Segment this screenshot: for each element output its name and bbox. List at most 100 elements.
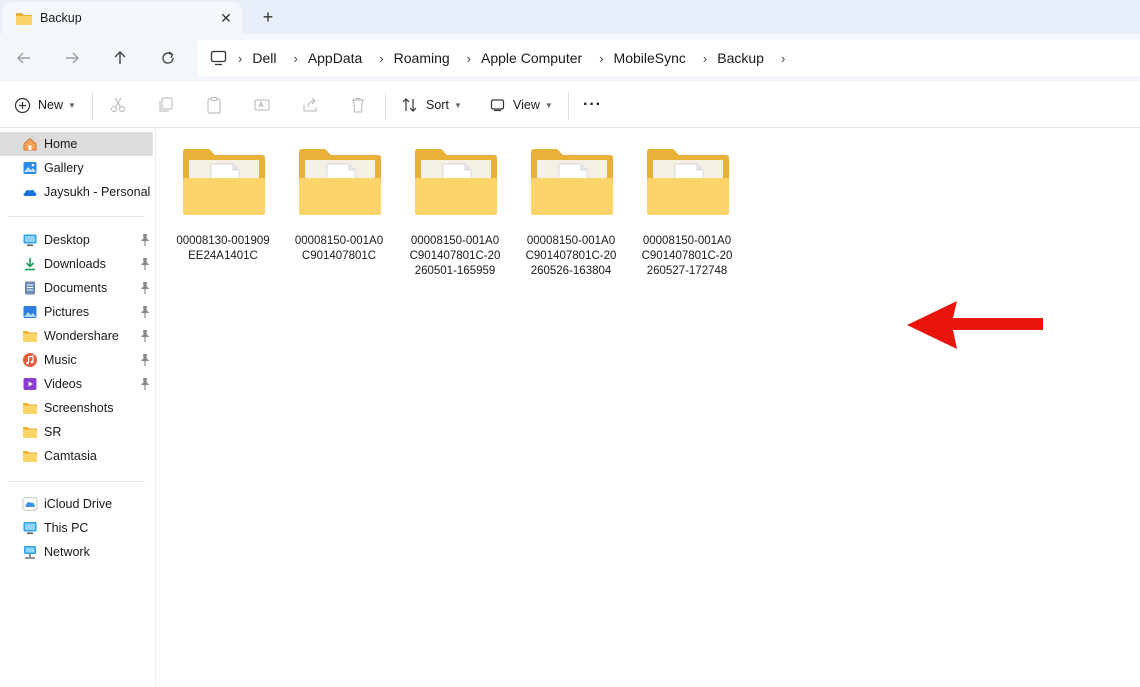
sidebar-item-this-pc[interactable]: This PC xyxy=(0,516,153,540)
folder-name-line: 260501-165959 xyxy=(414,265,496,277)
documents-icon xyxy=(22,280,38,296)
gallery-icon xyxy=(22,160,38,176)
sidebar-item-videos[interactable]: Videos xyxy=(0,372,153,396)
chevron-right-icon[interactable]: › xyxy=(238,51,242,66)
folder-name-line: C901407801C-20 xyxy=(409,250,501,262)
delete-button[interactable] xyxy=(348,95,368,115)
sort-button[interactable]: Sort ▼ xyxy=(401,94,462,116)
sidebar-item-wondershare[interactable]: Wondershare xyxy=(0,324,153,348)
network-icon xyxy=(22,544,38,560)
pin-icon[interactable] xyxy=(139,305,151,319)
arrow-right-icon xyxy=(66,52,79,64)
new-tab-button[interactable]: + xyxy=(257,6,279,28)
view-button[interactable]: View ▼ xyxy=(490,94,553,116)
sidebar-item-network[interactable]: Network xyxy=(0,540,153,564)
view-label: View xyxy=(513,98,540,112)
rename-button[interactable] xyxy=(252,95,272,115)
address-bar[interactable]: › Dell › AppData › Roaming › Apple Computer › Mob… xyxy=(198,40,1140,76)
folder-name-line: 00008150-001A0 xyxy=(294,235,384,247)
navigation-pane: Home Gallery Jaysukh - Personal Desktop Down… xyxy=(0,128,156,687)
rename-icon xyxy=(254,99,270,111)
sidebar-item-downloads[interactable]: Downloads xyxy=(0,252,153,276)
folder-name-line: 00008130-001909 xyxy=(176,235,270,247)
sidebar-item-label: Jaysukh - Personal xyxy=(44,185,151,199)
sidebar-item-label: Documents xyxy=(44,281,108,295)
trash-icon xyxy=(352,98,364,113)
music-icon xyxy=(22,352,38,368)
sidebar-item-music[interactable]: Music xyxy=(0,348,153,372)
folder-item[interactable]: 00008130-001909 EE24A1401C xyxy=(168,144,278,284)
share-button[interactable] xyxy=(300,95,320,115)
sidebar-item-desktop[interactable]: Desktop xyxy=(0,228,153,252)
breadcrumb-item[interactable]: Dell xyxy=(252,50,276,66)
pin-icon[interactable] xyxy=(139,281,151,295)
file-list: 00008130-001909 EE24A1401C 00008150-001A0 C… xyxy=(157,128,1140,687)
close-tab-icon[interactable]: ✕ xyxy=(216,8,236,28)
chevron-right-icon[interactable]: › xyxy=(781,51,785,66)
folder-item[interactable]: 00008150-001A0 C901407801C-20 260501-16595… xyxy=(400,144,510,284)
folder-icon xyxy=(22,328,38,344)
folder-item[interactable]: 00008150-001A0 C901407801C-20 260526-16380… xyxy=(516,144,626,284)
sidebar-item-camtasia[interactable]: Camtasia xyxy=(0,444,153,468)
arrow-up-icon xyxy=(114,51,126,64)
sidebar-item-icloud-drive[interactable]: iCloud Drive xyxy=(0,492,153,516)
folder-item[interactable]: 00008150-001A0 C901407801C xyxy=(284,144,394,284)
chevron-right-icon[interactable]: › xyxy=(293,51,297,66)
sidebar-item-label: Home xyxy=(44,137,78,151)
chevron-right-icon[interactable]: › xyxy=(467,51,471,66)
breadcrumb: › Dell › AppData › Roaming › Apple Computer › Mob… xyxy=(238,40,795,76)
tab-backup[interactable]: Backup ✕ xyxy=(2,2,242,34)
back-button[interactable] xyxy=(11,46,37,70)
chevron-right-icon[interactable]: › xyxy=(703,51,707,66)
refresh-button[interactable] xyxy=(155,46,181,70)
sidebar-item-label: Music xyxy=(44,353,77,367)
forward-button[interactable] xyxy=(59,46,85,70)
breadcrumb-item[interactable]: MobileSync xyxy=(614,50,686,66)
breadcrumb-item[interactable]: Roaming xyxy=(394,50,450,66)
chevron-right-icon[interactable]: › xyxy=(599,51,603,66)
sidebar-item-label: Wondershare xyxy=(44,329,119,343)
sidebar-item-label: Videos xyxy=(44,377,82,391)
pin-icon[interactable] xyxy=(139,353,151,367)
folder-icon xyxy=(16,13,32,25)
folder-item[interactable]: 00008150-001A0 C901407801C-20 260527-17274… xyxy=(632,144,742,284)
pin-icon[interactable] xyxy=(139,233,151,247)
more-options-button[interactable]: ··· xyxy=(583,94,602,116)
tab-bar: Backup ✕ + xyxy=(0,0,1140,34)
sidebar-item-label: Camtasia xyxy=(44,449,97,463)
up-button[interactable] xyxy=(107,46,133,70)
sidebar-item-jaysukh-personal[interactable]: Jaysukh - Personal xyxy=(0,180,153,204)
folder-name-line: 00008150-001A0 xyxy=(642,235,732,247)
sidebar-item-documents[interactable]: Documents xyxy=(0,276,153,300)
sidebar-item-sr[interactable]: SR xyxy=(0,420,153,444)
folder-name-line: 260527-172748 xyxy=(646,265,728,277)
clipboard-icon xyxy=(207,97,221,114)
sidebar-item-home[interactable]: Home xyxy=(0,132,153,156)
pin-icon[interactable] xyxy=(139,329,151,343)
sidebar-item-screenshots[interactable]: Screenshots xyxy=(0,396,153,420)
folder-icon xyxy=(297,148,383,221)
folder-icon xyxy=(529,148,615,221)
breadcrumb-item[interactable]: Apple Computer xyxy=(481,50,582,66)
breadcrumb-item[interactable]: Backup xyxy=(717,50,764,66)
pin-icon[interactable] xyxy=(139,257,151,271)
sidebar-item-gallery[interactable]: Gallery xyxy=(0,156,153,180)
pin-icon[interactable] xyxy=(139,377,151,391)
divider xyxy=(8,481,145,482)
pictures-icon xyxy=(22,304,38,320)
copy-button[interactable] xyxy=(156,95,176,115)
chevron-right-icon[interactable]: › xyxy=(379,51,383,66)
scissors-icon xyxy=(111,97,125,112)
downloads-icon xyxy=(22,256,38,272)
chevron-down-icon: ▼ xyxy=(544,100,553,110)
sidebar-item-pictures[interactable]: Pictures xyxy=(0,300,153,324)
sort-label: Sort xyxy=(426,98,449,112)
folder-name-line: 00008150-001A0 xyxy=(410,235,500,247)
folder-icon xyxy=(22,448,38,464)
new-button[interactable]: New ▼ xyxy=(14,94,76,116)
computer-icon xyxy=(210,50,227,66)
paste-button[interactable] xyxy=(204,95,224,115)
breadcrumb-item[interactable]: AppData xyxy=(308,50,362,66)
folder-name-line: C901407801C xyxy=(301,250,377,262)
cut-button[interactable] xyxy=(108,95,128,115)
